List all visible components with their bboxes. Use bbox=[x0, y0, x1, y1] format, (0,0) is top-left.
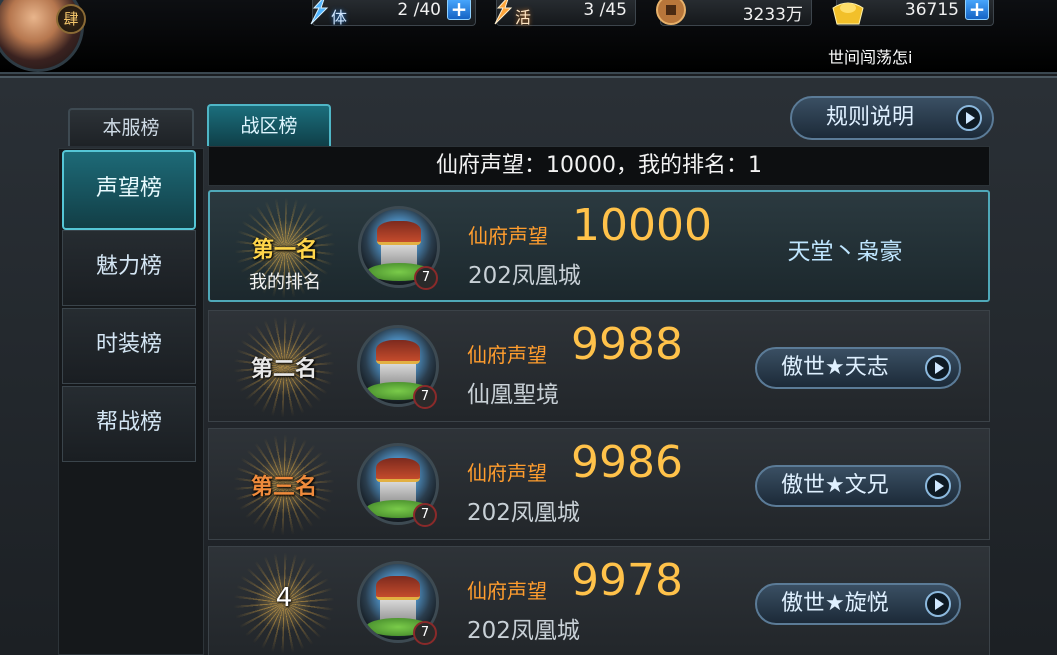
rules-button-label: 规则说明 bbox=[826, 105, 915, 130]
vitality-value: 3 /45 bbox=[583, 0, 627, 20]
coins-resource: 3233万 bbox=[656, 0, 812, 26]
mansion-level-badge: 7 bbox=[413, 621, 437, 645]
ranking-row[interactable]: 第一名 我的排名 7 仙府声望 10000 202凤凰城 天堂丶枭豪 bbox=[208, 190, 990, 302]
rules-button[interactable]: 规则说明 bbox=[790, 96, 994, 140]
reputation-value: 9988 bbox=[571, 319, 683, 370]
play-arrow-icon bbox=[925, 355, 951, 381]
owner-name: 天堂丶枭豪 bbox=[787, 239, 903, 265]
mansion-level-badge: 7 bbox=[413, 503, 437, 527]
my-rank-summary: 仙府声望：10000，我的排名：1 bbox=[208, 146, 990, 186]
add-ingots-button[interactable]: + bbox=[965, 0, 989, 20]
sidebar-item-guild-war[interactable]: 帮战榜 bbox=[62, 386, 196, 462]
server-name: 202凤凰城 bbox=[468, 263, 581, 289]
rank-position: 第三名 bbox=[250, 475, 317, 500]
tab-server-ranking[interactable]: 本服榜 bbox=[68, 108, 194, 146]
reputation-value: 9986 bbox=[571, 437, 683, 488]
ingots-resource: 36715 + bbox=[832, 0, 994, 26]
play-arrow-icon bbox=[925, 473, 951, 499]
owner-profile-button[interactable]: 傲世★旋悦 bbox=[755, 583, 961, 625]
ranking-row[interactable]: 第二名 7 仙府声望 9988 仙凰聖境 傲世★天志 bbox=[208, 310, 990, 422]
player-level-badge: 肆 bbox=[56, 4, 86, 34]
coin-icon bbox=[656, 0, 686, 25]
sidebar-item-reputation[interactable]: 声望榜 bbox=[62, 150, 196, 230]
server-name: 202凤凰城 bbox=[467, 618, 580, 644]
ingot-icon bbox=[832, 2, 864, 25]
server-name: 202凤凰城 bbox=[467, 500, 580, 526]
server-name: 仙凰聖境 bbox=[467, 382, 559, 408]
ingots-value: 36715 bbox=[904, 0, 959, 20]
scrolling-notice: 世间闯荡怎i bbox=[828, 48, 913, 67]
add-stamina-button[interactable]: + bbox=[447, 0, 471, 20]
owner-name: 傲世★旋悦 bbox=[781, 591, 889, 616]
reputation-value: 9978 bbox=[571, 555, 683, 606]
mansion-level-badge: 7 bbox=[414, 266, 438, 290]
top-resource-bar: 肆 体 2 /40 + 活 3 /45 3233万 36715 + 世间闯荡怎i bbox=[0, 0, 1057, 74]
sidebar-item-fashion[interactable]: 时装榜 bbox=[62, 308, 196, 384]
owner-name: 傲世★文兄 bbox=[781, 473, 889, 498]
reputation-label: 仙府声望 bbox=[467, 579, 547, 603]
rank-position: 第二名 bbox=[250, 357, 317, 382]
reputation-label: 仙府声望 bbox=[467, 343, 547, 367]
reputation-label: 仙府声望 bbox=[467, 461, 547, 485]
reputation-value: 10000 bbox=[572, 200, 712, 251]
owner-name: 傲世★天志 bbox=[781, 355, 889, 380]
vitality-resource: 活 3 /45 bbox=[494, 0, 636, 27]
stamina-value: 2 /40 bbox=[397, 0, 441, 20]
stamina-label: 体 bbox=[331, 8, 348, 27]
mansion-level-badge: 7 bbox=[413, 385, 437, 409]
reputation-label: 仙府声望 bbox=[468, 224, 548, 248]
ranking-row[interactable]: 4 7 仙府声望 9978 202凤凰城 傲世★旋悦 bbox=[208, 546, 990, 655]
rank-position: 第一名 bbox=[251, 238, 318, 263]
tab-zone-ranking[interactable]: 战区榜 bbox=[207, 104, 331, 146]
vitality-label: 活 bbox=[515, 8, 532, 27]
stamina-resource: 体 2 /40 + bbox=[310, 0, 476, 27]
owner-profile-button[interactable]: 傲世★天志 bbox=[755, 347, 961, 389]
rank-position: 4 bbox=[275, 583, 293, 613]
sidebar-item-charm[interactable]: 魅力榜 bbox=[62, 230, 196, 306]
my-rank-tag: 我的排名 bbox=[249, 272, 321, 293]
play-arrow-icon bbox=[956, 105, 982, 131]
ranking-list[interactable]: 第一名 我的排名 7 仙府声望 10000 202凤凰城 天堂丶枭豪 第二名 7… bbox=[208, 190, 992, 655]
coins-value: 3233万 bbox=[742, 5, 803, 25]
ranking-row[interactable]: 第三名 7 仙府声望 9986 202凤凰城 傲世★文兄 bbox=[208, 428, 990, 540]
play-arrow-icon bbox=[925, 591, 951, 617]
owner-profile-button[interactable]: 傲世★文兄 bbox=[755, 465, 961, 507]
